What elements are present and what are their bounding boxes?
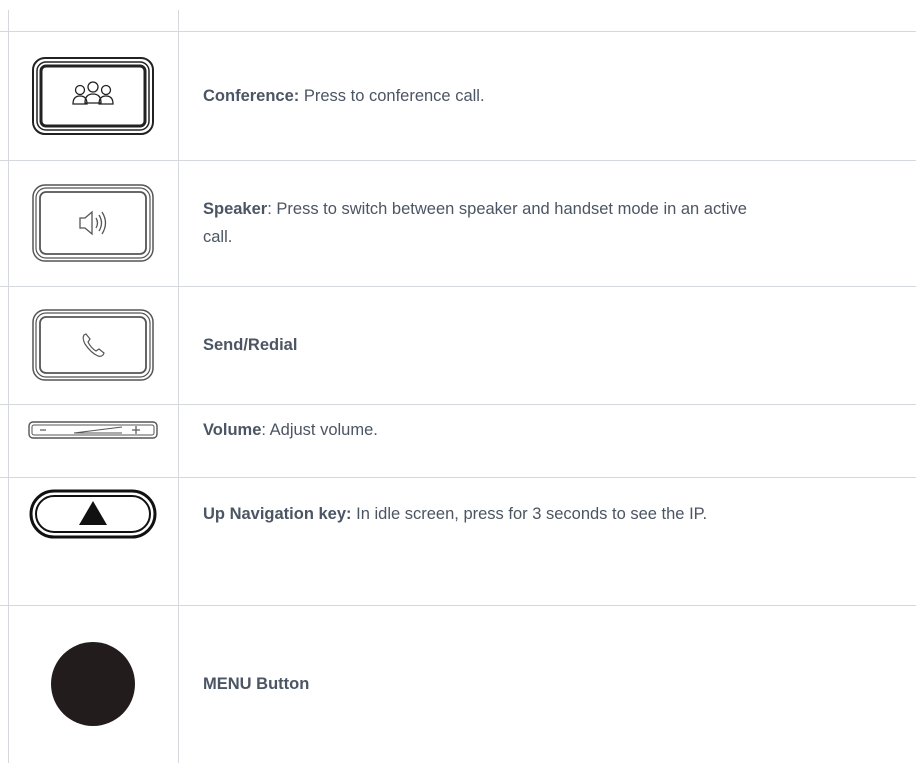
key-term: Volume bbox=[203, 421, 262, 439]
up-navigation-icon bbox=[8, 477, 178, 551]
key-term: Conference: bbox=[203, 86, 300, 105]
conference-icon bbox=[8, 31, 178, 160]
key-term: Send/Redial bbox=[203, 336, 298, 354]
key-description: Volume: Adjust volume. bbox=[203, 404, 756, 456]
key-term: Up Navigation key: bbox=[203, 505, 352, 523]
phone-keys-table: Conference: Press to conference call. Sp… bbox=[0, 0, 916, 763]
table-row: Up Navigation key: In idle screen, press… bbox=[0, 477, 916, 605]
key-description: Up Navigation key: In idle screen, press… bbox=[203, 477, 756, 551]
key-description: Conference: Press to conference call. bbox=[203, 31, 756, 160]
table-row: Send/Redial bbox=[0, 286, 916, 404]
volume-icon bbox=[8, 404, 178, 456]
table-row: Conference: Press to conference call. bbox=[0, 31, 916, 160]
key-description: Send/Redial bbox=[203, 286, 756, 404]
key-text: : Press to switch between speaker and ha… bbox=[203, 200, 752, 246]
send-redial-icon bbox=[8, 286, 178, 404]
key-text: : Adjust volume. bbox=[261, 421, 378, 439]
key-term: MENU Button bbox=[203, 675, 310, 693]
key-description: Speaker: Press to switch between speaker… bbox=[203, 160, 756, 286]
speaker-icon bbox=[8, 160, 178, 286]
key-text: In idle screen, press for 3 seconds to s… bbox=[351, 505, 708, 523]
table-row: MENU Button bbox=[0, 605, 916, 763]
table-row: Volume: Adjust volume. bbox=[0, 404, 916, 477]
menu-button-icon bbox=[8, 605, 178, 763]
table-row: Speaker: Press to switch between speaker… bbox=[0, 160, 916, 286]
key-term: Speaker bbox=[203, 200, 268, 218]
key-description: MENU Button bbox=[203, 605, 756, 763]
key-text: Press to conference call. bbox=[299, 86, 485, 105]
